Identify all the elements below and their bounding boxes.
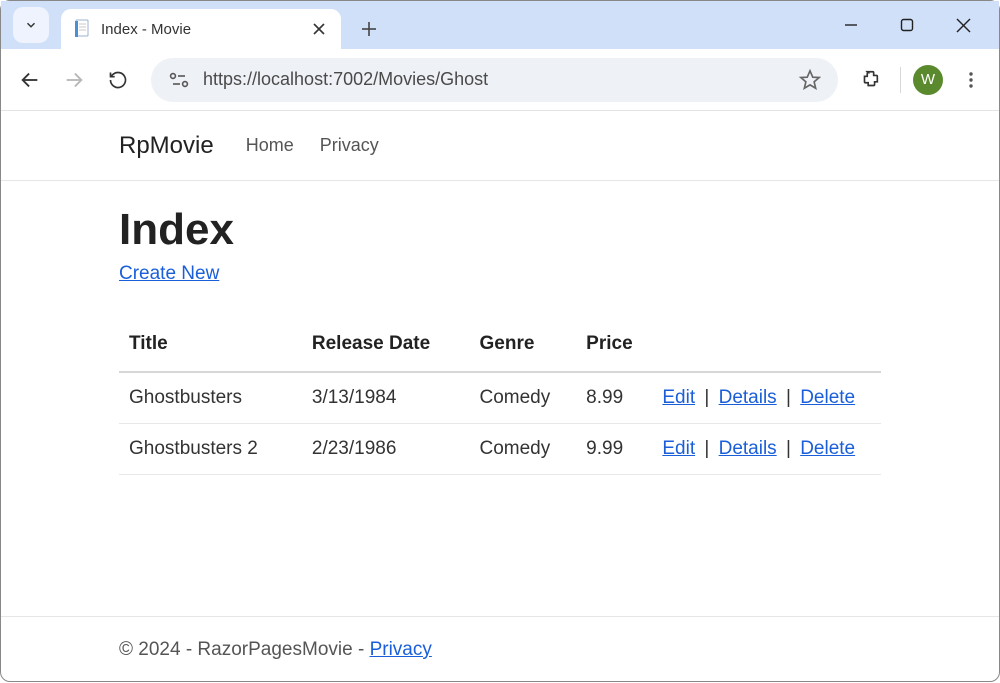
- cell-genre: Comedy: [470, 372, 577, 424]
- movies-table: Title Release Date Genre Price Ghostbust…: [119, 321, 881, 475]
- avatar-letter: W: [921, 71, 935, 88]
- site-info-icon[interactable]: [165, 66, 193, 94]
- cell-title: Ghostbusters 2: [119, 424, 302, 475]
- extensions-icon[interactable]: [852, 62, 888, 98]
- cell-genre: Comedy: [470, 424, 577, 475]
- create-new-link[interactable]: Create New: [119, 263, 219, 284]
- cell-actions: Edit | Details | Delete: [652, 424, 881, 475]
- browser-menu-button[interactable]: [953, 62, 989, 98]
- browser-tab-strip: Index - Movie: [1, 1, 999, 49]
- col-header-price: Price: [576, 321, 652, 372]
- page-content: Index Create New Title Release Date Genr…: [1, 181, 999, 616]
- cell-release-date: 3/13/1984: [302, 372, 470, 424]
- col-header-actions: [652, 321, 881, 372]
- new-tab-button[interactable]: [353, 13, 385, 45]
- details-link[interactable]: Details: [719, 387, 777, 408]
- forward-button[interactable]: [55, 61, 93, 99]
- brand-text[interactable]: RpMovie: [119, 132, 214, 160]
- col-header-release-date: Release Date: [302, 321, 470, 372]
- col-header-genre: Genre: [470, 321, 577, 372]
- cell-price: 9.99: [576, 424, 652, 475]
- edit-link[interactable]: Edit: [662, 438, 695, 459]
- site-navbar: RpMovie Home Privacy: [1, 111, 999, 181]
- cell-actions: Edit | Details | Delete: [652, 372, 881, 424]
- table-header-row: Title Release Date Genre Price: [119, 321, 881, 372]
- col-header-title: Title: [119, 321, 302, 372]
- cell-title: Ghostbusters: [119, 372, 302, 424]
- page-favicon-icon: [73, 19, 91, 39]
- bookmark-star-icon[interactable]: [796, 66, 824, 94]
- tab-title: Index - Movie: [101, 21, 309, 38]
- toolbar-separator: [900, 67, 901, 93]
- page-viewport: RpMovie Home Privacy Index Create New Ti…: [1, 111, 999, 683]
- footer-privacy-link[interactable]: Privacy: [370, 639, 432, 660]
- window-maximize-button[interactable]: [893, 11, 921, 39]
- page-footer: © 2024 - RazorPagesMovie - Privacy: [1, 616, 999, 683]
- table-row: Ghostbusters3/13/1984Comedy8.99Edit | De…: [119, 372, 881, 424]
- profile-avatar[interactable]: W: [913, 65, 943, 95]
- cell-release-date: 2/23/1986: [302, 424, 470, 475]
- details-link[interactable]: Details: [719, 438, 777, 459]
- url-text: https://localhost:7002/Movies/Ghost: [203, 69, 796, 90]
- page-title: Index: [119, 205, 881, 255]
- window-close-button[interactable]: [949, 11, 977, 39]
- window-minimize-button[interactable]: [837, 11, 865, 39]
- table-row: Ghostbusters 22/23/1986Comedy9.99Edit | …: [119, 424, 881, 475]
- delete-link[interactable]: Delete: [800, 387, 855, 408]
- browser-toolbar: https://localhost:7002/Movies/Ghost W: [1, 49, 999, 111]
- edit-link[interactable]: Edit: [662, 387, 695, 408]
- tab-search-button[interactable]: [13, 7, 49, 43]
- nav-link-home[interactable]: Home: [246, 135, 294, 156]
- delete-link[interactable]: Delete: [800, 438, 855, 459]
- reload-button[interactable]: [99, 61, 137, 99]
- footer-copyright: © 2024 - RazorPagesMovie -: [119, 639, 370, 660]
- back-button[interactable]: [11, 61, 49, 99]
- address-bar[interactable]: https://localhost:7002/Movies/Ghost: [151, 58, 838, 102]
- cell-price: 8.99: [576, 372, 652, 424]
- browser-tab-active[interactable]: Index - Movie: [61, 9, 341, 49]
- nav-link-privacy[interactable]: Privacy: [320, 135, 379, 156]
- tab-close-button[interactable]: [309, 19, 329, 39]
- window-controls: [837, 1, 991, 49]
